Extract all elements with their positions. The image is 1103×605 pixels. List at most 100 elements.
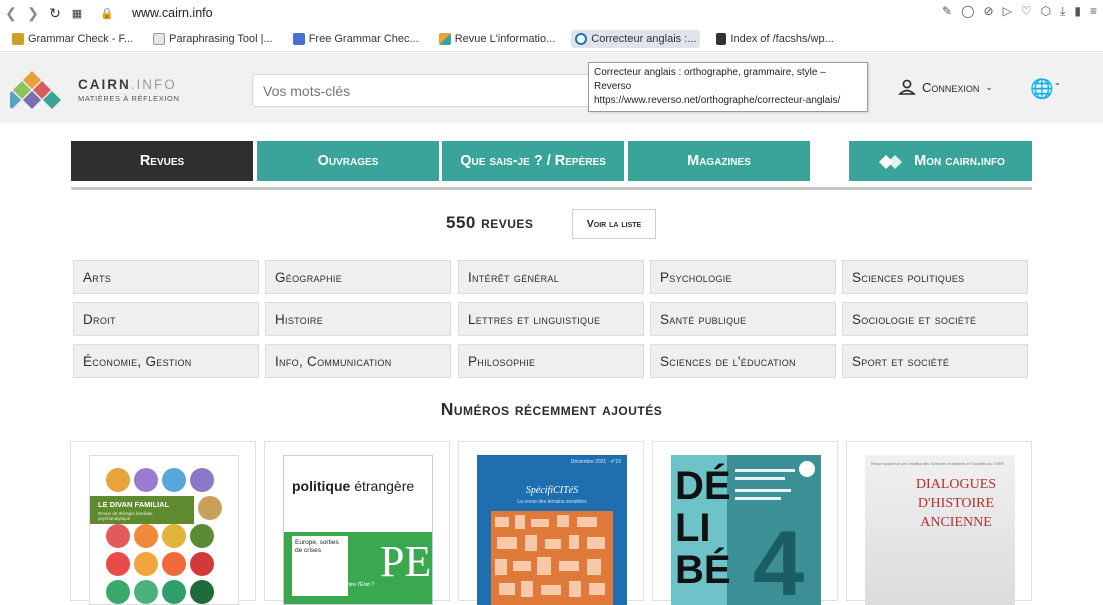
cube-icon[interactable]: ⬡ bbox=[1041, 4, 1051, 19]
menu-icon[interactable]: ≡ bbox=[1090, 4, 1097, 19]
book-icon bbox=[292, 32, 305, 45]
issue-card[interactable]: DÉ LI BÉ 4 bbox=[652, 441, 838, 605]
tab-que-sais-je[interactable]: Que sais-je ? / Repères bbox=[442, 141, 624, 181]
tab-revues[interactable]: Revues bbox=[71, 141, 253, 181]
discipline-item[interactable]: Sociologie et société bbox=[842, 302, 1028, 336]
issue-card[interactable]: Revue soutenue par l'Institut des Scienc… bbox=[846, 441, 1032, 605]
tooltip-title: Correcteur anglais : orthographe, gramma… bbox=[594, 67, 826, 92]
feather-icon bbox=[153, 32, 166, 45]
document-icon bbox=[716, 32, 727, 45]
tabs-divider bbox=[71, 187, 1032, 190]
issue-cover: Décembre 2021 · n°16 SpécifiCITéS La rev… bbox=[477, 455, 627, 605]
bookmark-label: Free Grammar Chec... bbox=[308, 32, 419, 45]
revues-count: 550 revues bbox=[446, 213, 534, 232]
logo-tagline: MATIÈRES À RÉFLEXION bbox=[78, 94, 180, 103]
edit-icon[interactable]: ✎ bbox=[942, 4, 952, 19]
bookmark-label: Paraphrasing Tool |... bbox=[169, 32, 273, 45]
battery-icon[interactable]: ▮ bbox=[1074, 4, 1081, 19]
logo-text[interactable]: CAIRN.INFO MATIÈRES À RÉFLEXION bbox=[78, 77, 179, 103]
cover-title: LE DIVAN FAMILIAL bbox=[98, 500, 170, 509]
back-icon[interactable]: ❮ bbox=[0, 5, 22, 22]
discipline-item[interactable]: Intérêt général bbox=[458, 260, 644, 294]
cover-meta: Revue soutenue par l'Institut des Scienc… bbox=[871, 461, 1005, 466]
bookmark-item[interactable]: Revue L'informatio... bbox=[435, 30, 560, 48]
tooltip-url: https://www.reverso.net/orthographe/corr… bbox=[594, 95, 841, 106]
cover-title: DÉ LI BÉ bbox=[675, 464, 731, 592]
discipline-item[interactable]: Lettres et linguistique bbox=[458, 302, 644, 336]
discipline-item[interactable]: Santé publique bbox=[650, 302, 836, 336]
bookmark-label: Correcteur anglais :... bbox=[591, 32, 697, 45]
discipline-item[interactable]: Info, Communication bbox=[265, 344, 451, 378]
download-icon[interactable]: ⤓ bbox=[1060, 4, 1065, 19]
discipline-item[interactable]: Géographie bbox=[265, 260, 451, 294]
site-header: CAIRN.INFO MATIÈRES À RÉFLEXION Vos mots… bbox=[0, 53, 1103, 123]
camera-icon[interactable]: ◯ bbox=[961, 4, 974, 19]
discipline-item[interactable]: Sciences politiques bbox=[842, 260, 1028, 294]
cover-number: 4 bbox=[753, 513, 805, 605]
cover-meta: Décembre 2021 · n°16 bbox=[570, 459, 621, 465]
issue-card[interactable]: Décembre 2021 · n°16 SpécifiCITéS La rev… bbox=[458, 441, 644, 605]
issue-cover: LE DIVAN FAMILIAL Revue de thérapie fami… bbox=[89, 455, 239, 605]
main-tabs: Revues Ouvrages Que sais-je ? / Repères … bbox=[71, 141, 1032, 181]
bookmark-tooltip: Correcteur anglais : orthographe, gramma… bbox=[588, 62, 868, 112]
globe-icon: 🌐 bbox=[1030, 79, 1054, 100]
apps-icon[interactable]: ▦ bbox=[66, 7, 88, 20]
issue-card[interactable]: LE DIVAN FAMILIAL Revue de thérapie fami… bbox=[70, 441, 256, 605]
browser-actions: ✎ ◯ ⊘ ▷ ♡ ⬡ ⤓ ▮ ≡ bbox=[942, 4, 1097, 19]
chevron-down-icon: ⌄ bbox=[1053, 77, 1062, 87]
url-field[interactable]: www.cairn.info bbox=[132, 6, 213, 20]
recent-issues-title: Numéros récemment ajoutés bbox=[440, 399, 663, 419]
discipline-item[interactable]: Histoire bbox=[265, 302, 451, 336]
block-icon[interactable]: ⊘ bbox=[984, 4, 994, 19]
discipline-item[interactable]: Philosophie bbox=[458, 344, 644, 378]
discipline-item[interactable]: Arts bbox=[73, 260, 259, 294]
cairn-logo[interactable] bbox=[10, 69, 66, 113]
cover-title: DIALOGUES D'HISTOIRE ANCIENNE bbox=[915, 477, 997, 530]
lock-icon: 🔒 bbox=[100, 7, 114, 20]
issue-cover: politique étrangère Europe, sorties de c… bbox=[283, 455, 433, 605]
user-icon bbox=[898, 79, 916, 95]
issue-card[interactable]: politique étrangère Europe, sorties de c… bbox=[264, 441, 450, 605]
reverso-icon bbox=[575, 32, 588, 45]
bookmark-label: Grammar Check - F... bbox=[28, 32, 134, 45]
bookmark-label: Revue L'informatio... bbox=[454, 32, 556, 45]
bookmark-item[interactable]: Index of /facshs/wp... bbox=[712, 30, 837, 48]
connexion-button[interactable]: Connexion ⌄ bbox=[898, 79, 993, 95]
bookmark-item[interactable]: Grammar Check - F... bbox=[8, 30, 137, 48]
map-pattern bbox=[491, 511, 613, 605]
forward-icon[interactable]: ❯ bbox=[22, 5, 44, 22]
discipline-item[interactable]: Sciences de l'éducation bbox=[650, 344, 836, 378]
cover-subtitle: Revue de thérapie familiale psychanalyti… bbox=[98, 511, 153, 521]
cairn-logo-icon bbox=[438, 32, 451, 45]
logo-name: CAIRN bbox=[78, 77, 131, 92]
cover-subtitle: La revue des terrains sensibles bbox=[517, 499, 587, 505]
tab-label: Mon cairn.info bbox=[914, 153, 1005, 169]
logo-name-suffix: .INFO bbox=[130, 77, 177, 92]
chevron-down-icon: ⌄ bbox=[985, 81, 993, 92]
discipline-item[interactable]: Sport et société bbox=[842, 344, 1028, 378]
reload-icon[interactable]: ↻ bbox=[44, 5, 66, 22]
language-selector[interactable]: 🌐⌄ bbox=[1030, 77, 1061, 101]
discipline-item[interactable]: Économie, Gestion bbox=[73, 344, 259, 378]
voir-liste-button[interactable]: Voir la liste bbox=[572, 209, 656, 239]
tab-mon-cairn[interactable]: Mon cairn.info bbox=[849, 141, 1032, 181]
issue-cover: DÉ LI BÉ 4 bbox=[671, 455, 821, 605]
bookmarks-bar: Grammar Check - F... Paraphrasing Tool |… bbox=[0, 26, 1103, 52]
tab-magazines[interactable]: Magazines bbox=[628, 141, 810, 181]
cover-title: politique étrangère bbox=[292, 478, 415, 494]
connexion-label: Connexion bbox=[922, 79, 980, 95]
bookmark-label: Index of /facshs/wp... bbox=[730, 32, 834, 45]
send-icon[interactable]: ▷ bbox=[1003, 4, 1012, 19]
browser-address-bar: ❮ ❯ ↻ ▦ 🔒 www.cairn.info ✎ ◯ ⊘ ▷ ♡ ⬡ ⤓ ▮… bbox=[0, 0, 1103, 26]
discipline-item[interactable]: Psychologie bbox=[650, 260, 836, 294]
bookmark-item[interactable]: Correcteur anglais :... bbox=[571, 29, 701, 48]
discipline-item[interactable]: Droit bbox=[73, 302, 259, 336]
heart-icon[interactable]: ♡ bbox=[1021, 4, 1032, 19]
dots-pattern bbox=[90, 468, 222, 604]
tab-ouvrages[interactable]: Ouvrages bbox=[257, 141, 439, 181]
bookmark-item[interactable]: Free Grammar Chec... bbox=[289, 30, 423, 48]
bookmark-item[interactable]: Paraphrasing Tool |... bbox=[149, 30, 277, 48]
cover-title: SpécifiCITéS bbox=[525, 485, 579, 496]
mountain-icon bbox=[879, 155, 903, 169]
badge-icon bbox=[799, 461, 815, 477]
